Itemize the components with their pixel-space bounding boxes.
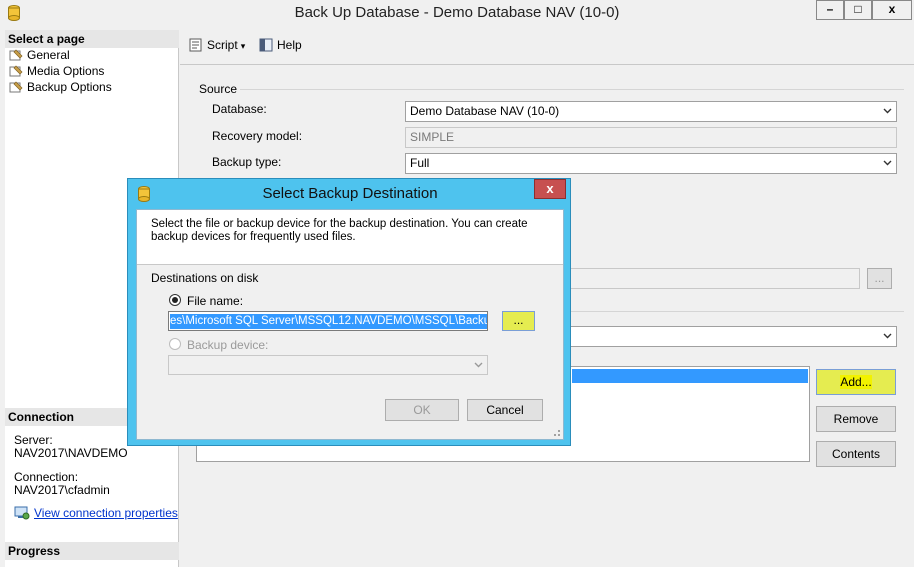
page-label: Media Options xyxy=(27,64,105,78)
chevron-down-icon xyxy=(883,108,892,114)
page-media-options[interactable]: Media Options xyxy=(9,63,104,79)
backup-component-field xyxy=(560,268,860,289)
select-page-header: Select a page xyxy=(5,30,179,48)
recovery-model-field: SIMPLE xyxy=(405,127,897,148)
page-wrench-icon xyxy=(9,49,23,61)
backup-device-combo[interactable] xyxy=(168,355,488,375)
script-icon xyxy=(189,38,202,52)
file-name-value: es\Microsoft SQL Server\MSSQL12.NAVDEMO\… xyxy=(170,314,487,329)
backup-to-combo[interactable] xyxy=(560,326,897,347)
view-connection-properties-link[interactable]: View connection properties xyxy=(34,506,178,520)
backup-type-label: Backup type: xyxy=(212,155,282,169)
backup-device-radio[interactable] xyxy=(169,338,181,350)
remove-button[interactable]: Remove xyxy=(816,406,896,432)
file-browse-button[interactable]: ... xyxy=(502,311,535,331)
window-title: Back Up Database - Demo Database NAV (10… xyxy=(294,4,620,21)
page-wrench-icon xyxy=(9,81,23,93)
help-label: Help xyxy=(277,38,302,52)
select-backup-destination-dialog: Select Backup Destination x Select the f… xyxy=(127,178,571,446)
page-label: General xyxy=(27,48,70,62)
cancel-button[interactable]: Cancel xyxy=(467,399,543,421)
recovery-model-value: SIMPLE xyxy=(410,130,455,144)
ok-button[interactable]: OK xyxy=(385,399,459,421)
backup-type-combo[interactable]: Full xyxy=(405,153,897,174)
connection-properties-icon xyxy=(14,506,30,520)
dialog-title: Select Backup Destination xyxy=(262,185,438,202)
backup-device-label: Backup device: xyxy=(187,338,269,352)
recovery-model-label: Recovery model: xyxy=(212,129,303,143)
server-value: NAV2017\NAVDEMO xyxy=(14,446,128,460)
file-browse-label: ... xyxy=(513,313,524,327)
file-name-label: File name: xyxy=(187,294,244,308)
help-icon xyxy=(259,38,273,52)
destinations-label: Destinations on disk xyxy=(151,271,259,285)
maximize-button[interactable]: □ xyxy=(844,0,872,20)
toolbar: Script ▾ Help xyxy=(180,30,914,62)
browse-disabled-button: ... xyxy=(867,268,892,289)
add-button[interactable]: Add... xyxy=(816,369,896,395)
script-label: Script xyxy=(207,38,238,52)
file-name-input[interactable]: es\Microsoft SQL Server\MSSQL12.NAVDEMO\… xyxy=(168,311,488,331)
page-backup-options[interactable]: Backup Options xyxy=(9,79,112,95)
chevron-down-icon: ▾ xyxy=(240,41,246,51)
title-bar: Back Up Database - Demo Database NAV (10… xyxy=(0,0,914,27)
chevron-down-icon xyxy=(883,333,892,339)
dialog-description: Select the file or backup device for the… xyxy=(137,210,563,265)
minimize-button[interactable]: – xyxy=(816,0,844,20)
progress-header: Progress xyxy=(5,542,179,560)
connection-value: NAV2017\cfadmin xyxy=(14,483,110,497)
source-divider xyxy=(240,89,904,90)
source-header: Source xyxy=(199,82,238,96)
description-line-1: Select the file or backup device for the… xyxy=(151,218,528,230)
resize-grip-icon[interactable] xyxy=(549,425,561,437)
database-label: Database: xyxy=(212,102,267,116)
file-name-radio[interactable] xyxy=(169,294,181,306)
description-line-2: backup devices for frequently used files… xyxy=(151,231,356,243)
help-button[interactable]: Help xyxy=(258,37,302,53)
dialog-close-button[interactable]: x xyxy=(534,179,566,199)
page-general[interactable]: General xyxy=(9,47,70,63)
chevron-down-icon xyxy=(474,362,483,368)
backup-type-value: Full xyxy=(410,156,430,170)
dialog-body: Select the file or backup device for the… xyxy=(136,209,564,440)
contents-button[interactable]: Contents xyxy=(816,441,896,467)
list-item-selected[interactable] xyxy=(572,369,808,383)
add-label: Add... xyxy=(840,375,872,389)
chevron-down-icon xyxy=(883,160,892,166)
database-value: Demo Database NAV (10-0) xyxy=(410,104,560,118)
view-connection-properties[interactable]: View connection properties xyxy=(14,506,178,520)
destination-divider xyxy=(570,311,904,312)
page-wrench-icon xyxy=(9,65,23,77)
page-label: Backup Options xyxy=(27,80,112,94)
script-button[interactable]: Script ▾ xyxy=(188,37,245,53)
database-combo[interactable]: Demo Database NAV (10-0) xyxy=(405,101,897,122)
close-button[interactable]: x xyxy=(872,0,912,20)
